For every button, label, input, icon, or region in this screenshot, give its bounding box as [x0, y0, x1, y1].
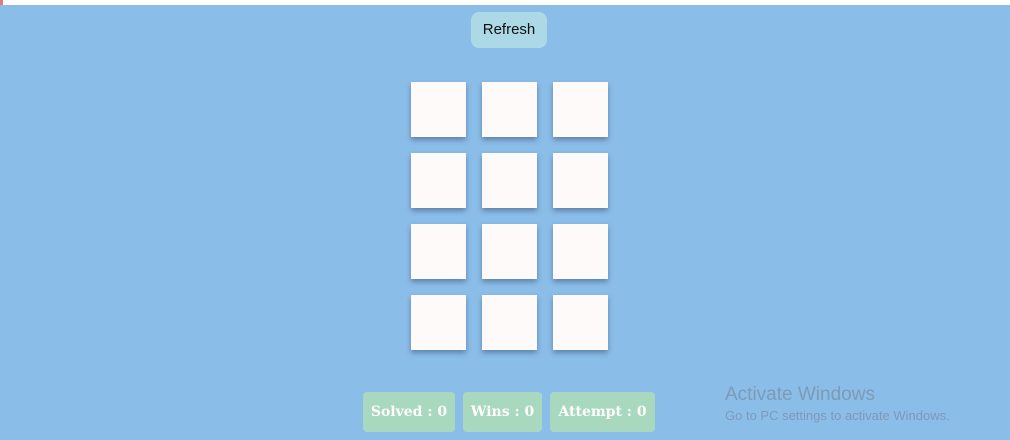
- tile-r4-c1[interactable]: [411, 295, 466, 350]
- watermark-subtitle: Go to PC settings to activate Windows.: [725, 408, 950, 423]
- attempt-counter: Attempt : 0: [550, 392, 655, 432]
- activation-watermark: Activate Windows Go to PC settings to ac…: [725, 383, 950, 425]
- tile-r3-c3[interactable]: [553, 224, 608, 279]
- tile-r2-c3[interactable]: [553, 153, 608, 208]
- solved-counter: Solved : 0: [363, 392, 455, 432]
- tile-r2-c2[interactable]: [482, 153, 537, 208]
- watermark-title: Activate Windows: [725, 384, 875, 405]
- tile-grid: [411, 82, 608, 350]
- tile-r3-c2[interactable]: [482, 224, 537, 279]
- tile-r2-c1[interactable]: [411, 153, 466, 208]
- tile-r1-c2[interactable]: [482, 82, 537, 137]
- tile-r1-c1[interactable]: [411, 82, 466, 137]
- game-container: Refresh Solved : 0 Wins : 0 Attempt : 0 …: [0, 5, 1010, 440]
- tile-r4-c2[interactable]: [482, 295, 537, 350]
- tile-r4-c3[interactable]: [553, 295, 608, 350]
- wins-counter: Wins : 0: [463, 392, 542, 432]
- tile-r1-c3[interactable]: [553, 82, 608, 137]
- tile-r3-c1[interactable]: [411, 224, 466, 279]
- refresh-button[interactable]: Refresh: [471, 12, 547, 48]
